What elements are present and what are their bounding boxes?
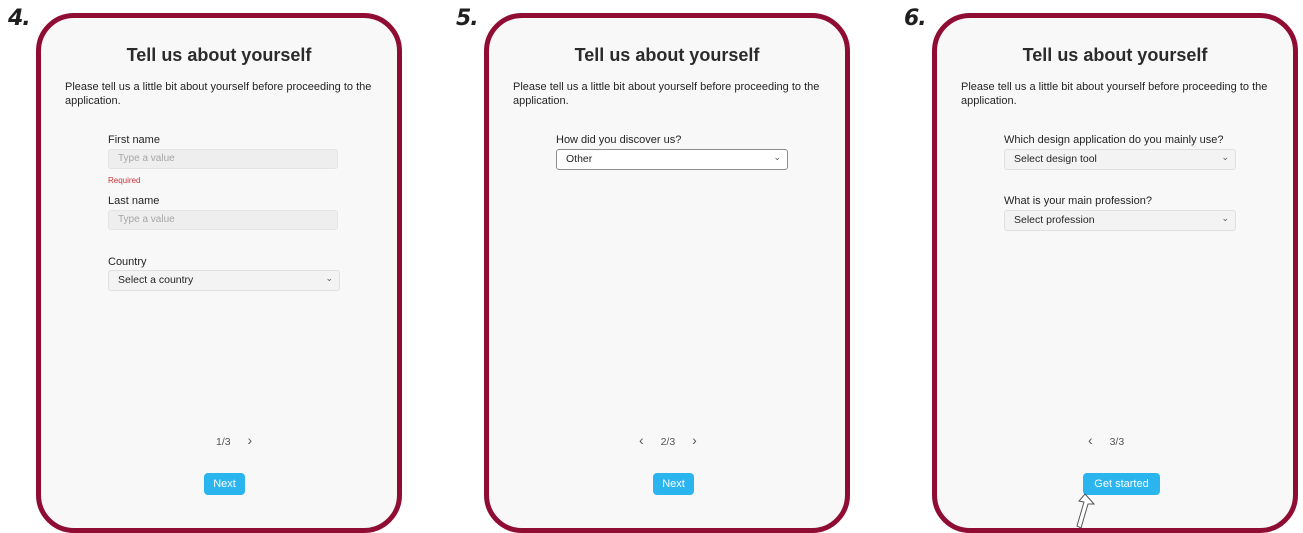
design-tool-label: Which design application do you mainly u… [1004,134,1224,146]
last-name-field[interactable]: Type a value [108,210,338,230]
step-number: 6. [904,6,927,31]
chevron-down-icon: ⌄ [1221,152,1229,162]
step-number: 4. [8,6,31,31]
next-button[interactable]: Next [204,473,245,495]
profession-select[interactable]: Select profession ⌄ [1004,210,1236,231]
pager: ‹ 3/3 [1088,432,1124,448]
country-select-value: Select a country [118,274,194,286]
pager: 1/3 › [216,432,252,448]
first-name-label: First name [108,134,160,146]
onboarding-panel-step-3: Tell us about yourself Please tell us a … [932,13,1298,533]
first-name-field[interactable]: Type a value [108,149,338,169]
country-select[interactable]: Select a country ⌄ [108,270,340,291]
chevron-left-icon[interactable]: ‹ [639,432,644,448]
panel-description: Please tell us a little bit about yourse… [961,81,1268,107]
profession-select-value: Select profession [1014,214,1095,226]
first-name-error: Required [108,176,141,185]
chevron-down-icon: ⌄ [325,273,333,283]
hand-pointer-icon [1076,493,1096,528]
chevron-down-icon: ⌄ [1221,213,1229,223]
panel-description: Please tell us a little bit about yourse… [65,81,372,107]
chevron-left-icon[interactable]: ‹ [1088,432,1093,448]
page-indicator: 1/3 [216,436,231,448]
step-number: 5. [456,6,479,31]
next-button[interactable]: Next [653,473,694,495]
page-indicator: 3/3 [1109,436,1125,448]
profession-label: What is your main profession? [1004,195,1152,207]
design-tool-select-value: Select design tool [1014,153,1097,165]
discover-select[interactable]: Other ⌄ [556,149,788,170]
chevron-right-icon[interactable]: › [692,432,697,448]
chevron-right-icon[interactable]: › [248,432,253,448]
onboarding-panel-step-1: Tell us about yourself Please tell us a … [36,13,402,533]
design-tool-select[interactable]: Select design tool ⌄ [1004,149,1236,170]
chevron-down-icon: ⌄ [773,152,781,162]
discover-label: How did you discover us? [556,134,682,146]
pager: ‹ 2/3 › [639,432,697,448]
panel-title: Tell us about yourself [1022,45,1208,65]
panel-title: Tell us about yourself [126,45,312,65]
discover-select-value: Other [566,153,593,165]
panel-description: Please tell us a little bit about yourse… [513,81,820,107]
panel-title: Tell us about yourself [574,45,760,65]
last-name-label: Last name [108,195,160,207]
onboarding-panel-step-2: Tell us about yourself Please tell us a … [484,13,850,533]
country-label: Country [108,256,147,268]
page-indicator: 2/3 [660,436,676,448]
